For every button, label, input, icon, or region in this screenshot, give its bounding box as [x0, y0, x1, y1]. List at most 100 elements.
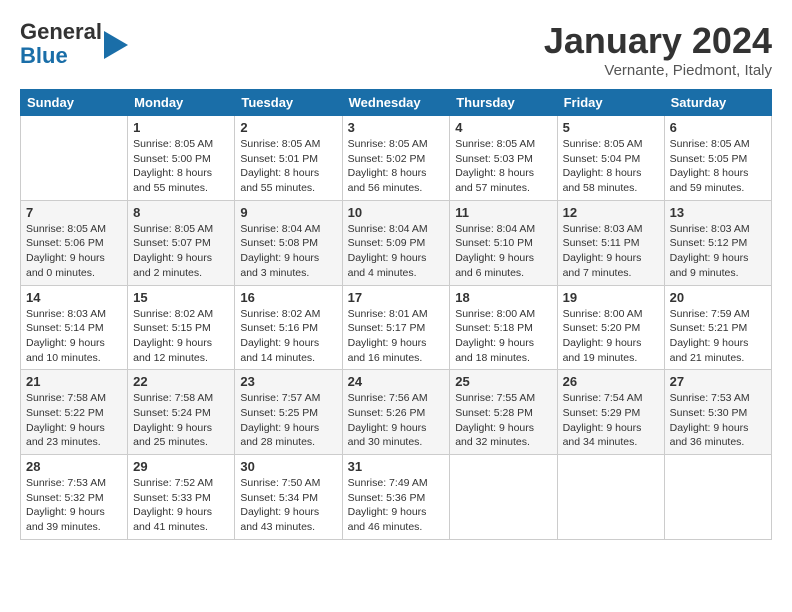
- day-number: 28: [26, 459, 122, 474]
- day-info: Sunrise: 7:50 AM Sunset: 5:34 PM Dayligh…: [240, 476, 336, 535]
- day-number: 19: [563, 290, 659, 305]
- day-info: Sunrise: 8:05 AM Sunset: 5:01 PM Dayligh…: [240, 137, 336, 196]
- day-info: Sunrise: 7:53 AM Sunset: 5:32 PM Dayligh…: [26, 476, 122, 535]
- day-number: 7: [26, 205, 122, 220]
- day-info: Sunrise: 8:04 AM Sunset: 5:08 PM Dayligh…: [240, 222, 336, 281]
- day-info: Sunrise: 7:53 AM Sunset: 5:30 PM Dayligh…: [670, 391, 766, 450]
- day-number: 27: [670, 374, 766, 389]
- calendar-cell: 4 Sunrise: 8:05 AM Sunset: 5:03 PM Daylig…: [450, 116, 557, 201]
- day-number: 12: [563, 205, 659, 220]
- day-info: Sunrise: 8:05 AM Sunset: 5:02 PM Dayligh…: [348, 137, 445, 196]
- day-number: 8: [133, 205, 229, 220]
- calendar-cell: 9 Sunrise: 8:04 AM Sunset: 5:08 PM Daylig…: [235, 200, 342, 285]
- day-number: 16: [240, 290, 336, 305]
- day-info: Sunrise: 8:05 AM Sunset: 5:03 PM Dayligh…: [455, 137, 551, 196]
- day-info: Sunrise: 7:59 AM Sunset: 5:21 PM Dayligh…: [670, 307, 766, 366]
- calendar-cell: 31 Sunrise: 7:49 AM Sunset: 5:36 PM Dayli…: [342, 455, 450, 540]
- day-info: Sunrise: 8:01 AM Sunset: 5:17 PM Dayligh…: [348, 307, 445, 366]
- day-info: Sunrise: 8:03 AM Sunset: 5:14 PM Dayligh…: [26, 307, 122, 366]
- location: Vernante, Piedmont, Italy: [544, 62, 772, 79]
- calendar-cell: 23Sunrise: 7:57 AM Sunset: 5:25 PM Dayli…: [235, 370, 342, 455]
- calendar-week-row: 14 Sunrise: 8:03 AM Sunset: 5:14 PM Dayli…: [21, 285, 772, 370]
- day-number: 18: [455, 290, 551, 305]
- day-info: Sunrise: 7:54 AM Sunset: 5:29 PM Dayligh…: [563, 391, 659, 450]
- calendar-cell: 2 Sunrise: 8:05 AM Sunset: 5:01 PM Daylig…: [235, 116, 342, 201]
- weekday-header: Monday: [128, 90, 235, 116]
- day-number: 13: [670, 205, 766, 220]
- calendar-cell: [664, 455, 771, 540]
- day-info: Sunrise: 8:00 AM Sunset: 5:18 PM Dayligh…: [455, 307, 551, 366]
- calendar-week-row: 21 Sunrise: 7:58 AM Sunset: 5:22 PM Dayli…: [21, 370, 772, 455]
- calendar-cell: 30 Sunrise: 7:50 AM Sunset: 5:34 PM Dayli…: [235, 455, 342, 540]
- calendar-cell: 17 Sunrise: 8:01 AM Sunset: 5:17 PM Dayli…: [342, 285, 450, 370]
- day-number: 20: [670, 290, 766, 305]
- day-info: Sunrise: 8:02 AM Sunset: 5:16 PM Dayligh…: [240, 307, 336, 366]
- day-number: 29: [133, 459, 229, 474]
- weekday-header: Wednesday: [342, 90, 450, 116]
- calendar-cell: 15Sunrise: 8:02 AM Sunset: 5:15 PM Dayli…: [128, 285, 235, 370]
- calendar-cell: 19 Sunrise: 8:00 AM Sunset: 5:20 PM Dayli…: [557, 285, 664, 370]
- weekday-row: SundayMondayTuesdayWednesdayThursdayFrid…: [21, 90, 772, 116]
- day-number: 30: [240, 459, 336, 474]
- logo-icon: [104, 31, 128, 59]
- weekday-header: Tuesday: [235, 90, 342, 116]
- day-info: Sunrise: 7:55 AM Sunset: 5:28 PM Dayligh…: [455, 391, 551, 450]
- calendar-cell: 7Sunrise: 8:05 AM Sunset: 5:06 PM Daylig…: [21, 200, 128, 285]
- calendar-cell: 11Sunrise: 8:04 AM Sunset: 5:10 PM Dayli…: [450, 200, 557, 285]
- calendar-cell: 29Sunrise: 7:52 AM Sunset: 5:33 PM Dayli…: [128, 455, 235, 540]
- logo-general: General: [20, 20, 102, 44]
- month-title: January 2024: [544, 20, 772, 62]
- day-number: 21: [26, 374, 122, 389]
- calendar-cell: 16 Sunrise: 8:02 AM Sunset: 5:16 PM Dayli…: [235, 285, 342, 370]
- weekday-header: Saturday: [664, 90, 771, 116]
- weekday-header: Friday: [557, 90, 664, 116]
- page-header: General Blue January 2024 Vernante, Pied…: [20, 20, 772, 79]
- calendar-cell: 24Sunrise: 7:56 AM Sunset: 5:26 PM Dayli…: [342, 370, 450, 455]
- day-info: Sunrise: 7:58 AM Sunset: 5:22 PM Dayligh…: [26, 391, 122, 450]
- day-number: 22: [133, 374, 229, 389]
- day-info: Sunrise: 8:05 AM Sunset: 5:07 PM Dayligh…: [133, 222, 229, 281]
- calendar-cell: 13Sunrise: 8:03 AM Sunset: 5:12 PM Dayli…: [664, 200, 771, 285]
- title-block: January 2024 Vernante, Piedmont, Italy: [544, 20, 772, 79]
- calendar-cell: 25 Sunrise: 7:55 AM Sunset: 5:28 PM Dayli…: [450, 370, 557, 455]
- day-number: 4: [455, 120, 551, 135]
- calendar-cell: [21, 116, 128, 201]
- calendar-cell: 14 Sunrise: 8:03 AM Sunset: 5:14 PM Dayli…: [21, 285, 128, 370]
- calendar-cell: 26 Sunrise: 7:54 AM Sunset: 5:29 PM Dayli…: [557, 370, 664, 455]
- calendar-cell: 22 Sunrise: 7:58 AM Sunset: 5:24 PM Dayli…: [128, 370, 235, 455]
- weekday-header: Thursday: [450, 90, 557, 116]
- day-number: 14: [26, 290, 122, 305]
- day-number: 10: [348, 205, 445, 220]
- calendar-cell: [557, 455, 664, 540]
- calendar-cell: 3 Sunrise: 8:05 AM Sunset: 5:02 PM Daylig…: [342, 116, 450, 201]
- calendar-cell: 10Sunrise: 8:04 AM Sunset: 5:09 PM Dayli…: [342, 200, 450, 285]
- day-number: 26: [563, 374, 659, 389]
- day-info: Sunrise: 7:56 AM Sunset: 5:26 PM Dayligh…: [348, 391, 445, 450]
- day-number: 9: [240, 205, 336, 220]
- calendar-body: 1Sunrise: 8:05 AM Sunset: 5:00 PM Daylig…: [21, 116, 772, 540]
- day-number: 15: [133, 290, 229, 305]
- day-number: 23: [240, 374, 336, 389]
- day-number: 25: [455, 374, 551, 389]
- day-info: Sunrise: 7:49 AM Sunset: 5:36 PM Dayligh…: [348, 476, 445, 535]
- calendar-cell: 18 Sunrise: 8:00 AM Sunset: 5:18 PM Dayli…: [450, 285, 557, 370]
- day-number: 2: [240, 120, 336, 135]
- day-number: 1: [133, 120, 229, 135]
- day-info: Sunrise: 8:05 AM Sunset: 5:04 PM Dayligh…: [563, 137, 659, 196]
- day-number: 5: [563, 120, 659, 135]
- calendar-cell: 12Sunrise: 8:03 AM Sunset: 5:11 PM Dayli…: [557, 200, 664, 285]
- calendar-cell: 1Sunrise: 8:05 AM Sunset: 5:00 PM Daylig…: [128, 116, 235, 201]
- calendar-cell: 8 Sunrise: 8:05 AM Sunset: 5:07 PM Daylig…: [128, 200, 235, 285]
- day-number: 17: [348, 290, 445, 305]
- day-number: 6: [670, 120, 766, 135]
- day-info: Sunrise: 8:00 AM Sunset: 5:20 PM Dayligh…: [563, 307, 659, 366]
- calendar-cell: 6Sunrise: 8:05 AM Sunset: 5:05 PM Daylig…: [664, 116, 771, 201]
- calendar-week-row: 1Sunrise: 8:05 AM Sunset: 5:00 PM Daylig…: [21, 116, 772, 201]
- day-info: Sunrise: 7:58 AM Sunset: 5:24 PM Dayligh…: [133, 391, 229, 450]
- calendar-cell: 28 Sunrise: 7:53 AM Sunset: 5:32 PM Dayli…: [21, 455, 128, 540]
- calendar-week-row: 28 Sunrise: 7:53 AM Sunset: 5:32 PM Dayli…: [21, 455, 772, 540]
- day-number: 31: [348, 459, 445, 474]
- calendar-cell: 21 Sunrise: 7:58 AM Sunset: 5:22 PM Dayli…: [21, 370, 128, 455]
- day-number: 3: [348, 120, 445, 135]
- logo-blue: Blue: [20, 44, 102, 68]
